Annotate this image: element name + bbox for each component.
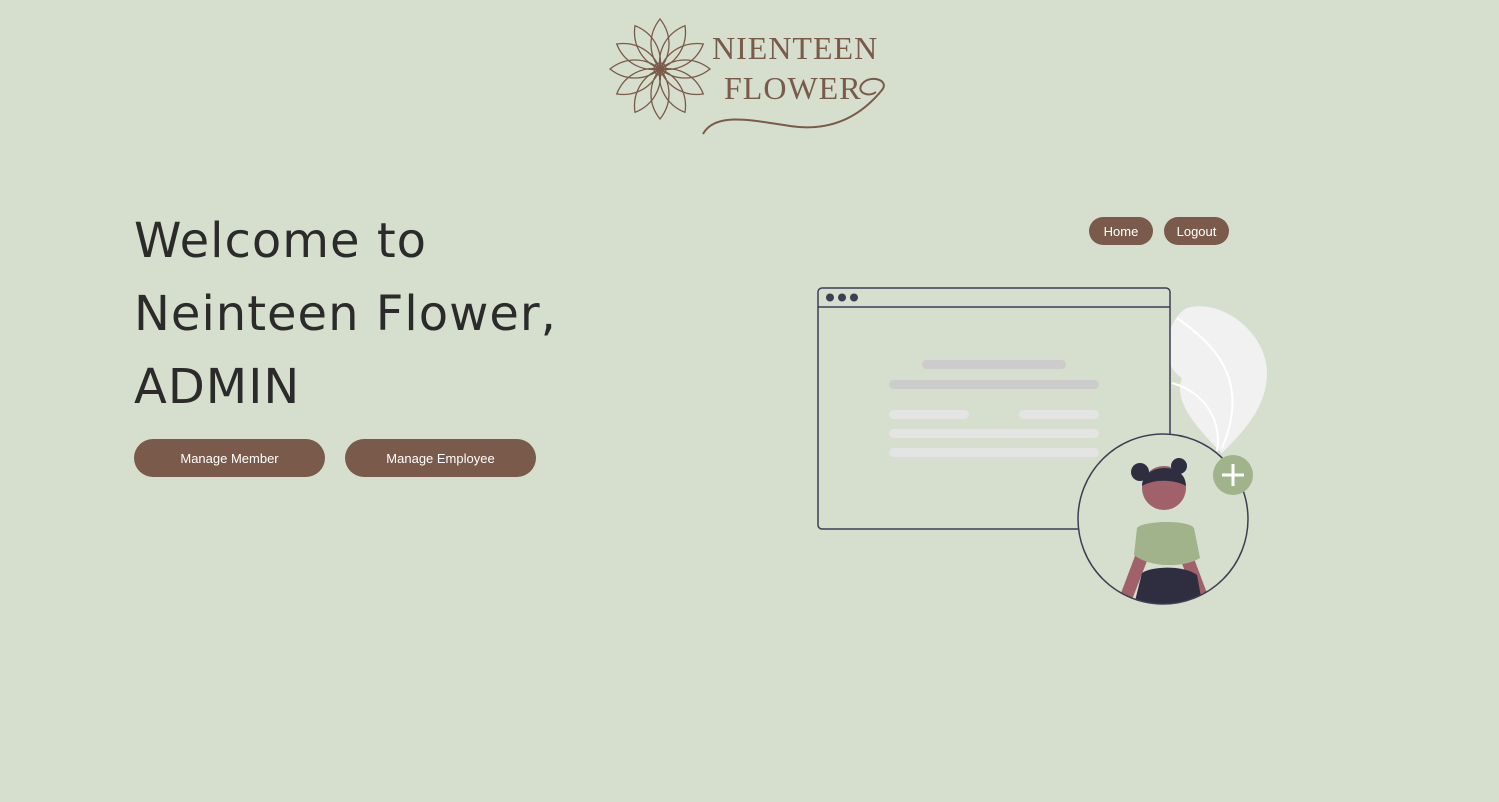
- admin-illustration: [817, 287, 1267, 605]
- welcome-line-3: ADMIN: [134, 359, 301, 415]
- welcome-line-1: Welcome to: [134, 213, 428, 269]
- welcome-heading: Welcome to Neinteen Flower, ADMIN: [134, 205, 654, 424]
- manage-member-button[interactable]: Manage Member: [134, 439, 325, 477]
- manage-employee-button[interactable]: Manage Employee: [345, 439, 536, 477]
- logo-swirl: [702, 77, 885, 135]
- brand-logo: NIENTEEN FLOWER: [600, 12, 900, 142]
- welcome-line-2: Neinteen Flower,: [134, 286, 557, 342]
- logout-button[interactable]: Logout: [1164, 217, 1229, 245]
- home-button[interactable]: Home: [1089, 217, 1153, 245]
- leaf-decoration: [1167, 306, 1267, 453]
- plus-icon: [1213, 455, 1253, 495]
